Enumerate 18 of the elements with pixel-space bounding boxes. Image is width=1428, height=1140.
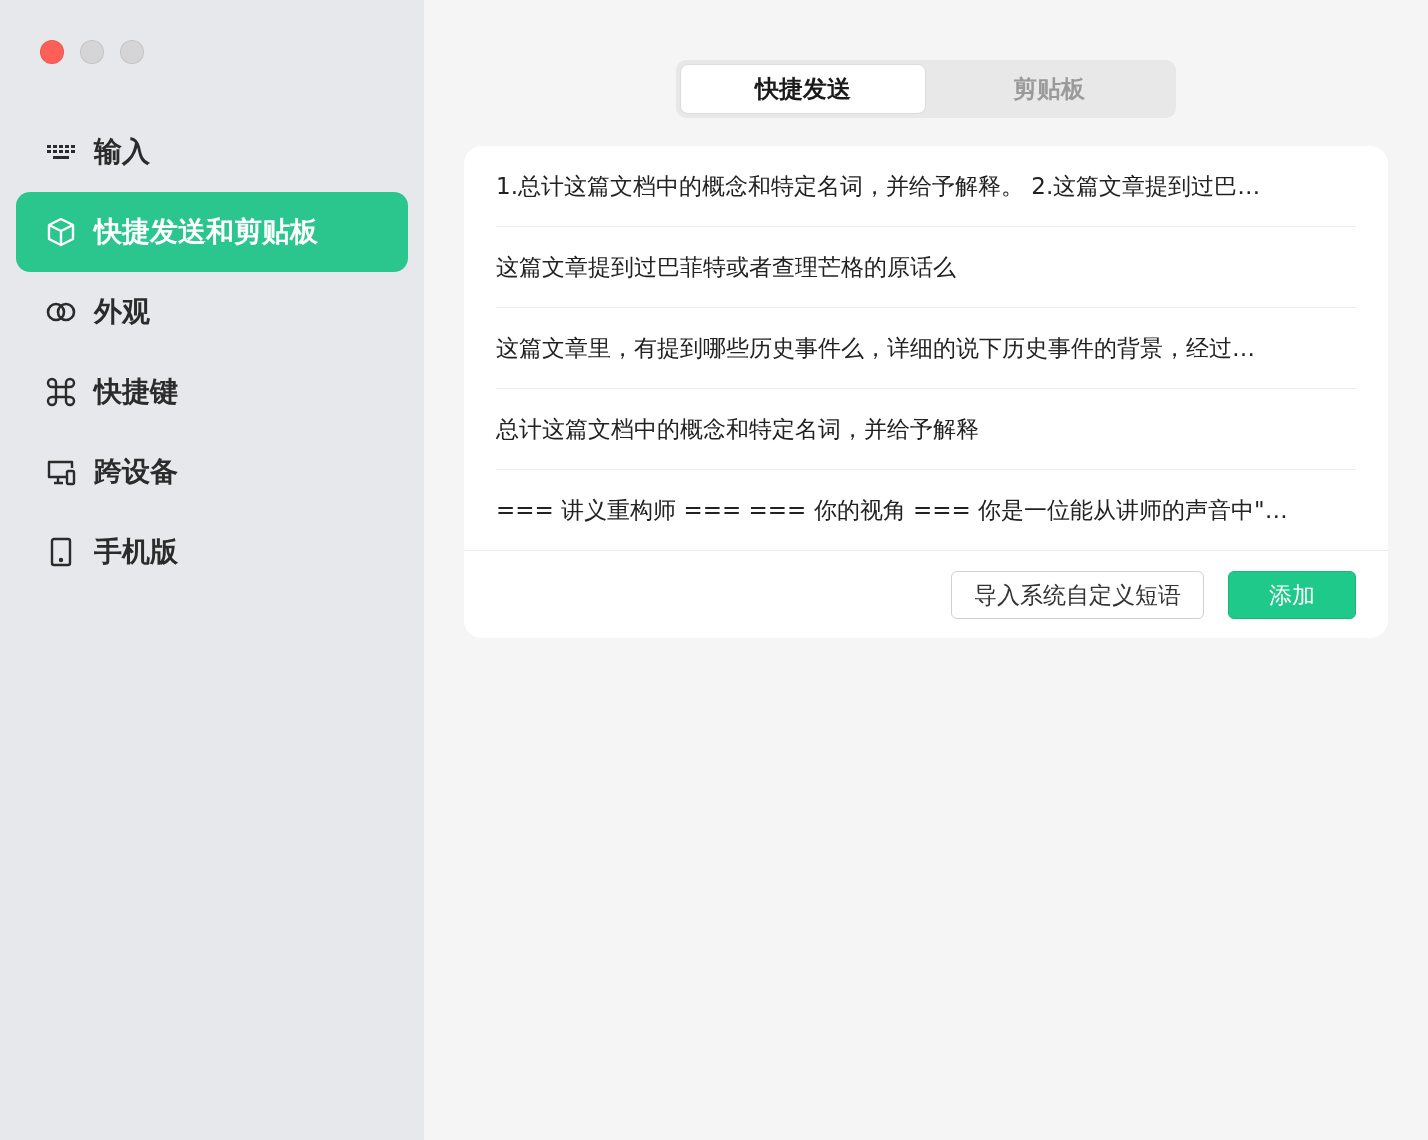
phrase-item[interactable]: 总计这篇文档中的概念和特定名词，并给予解释 (496, 389, 1356, 470)
window-close-button[interactable] (40, 40, 64, 64)
sidebar-item[interactable]: 外观 (16, 272, 408, 352)
phrase-item[interactable]: 这篇文章里，有提到哪些历史事件么，详细的说下历史事件的背景，经过… (496, 308, 1356, 389)
sidebar-item[interactable]: 手机版 (16, 512, 408, 592)
sidebar-item[interactable]: 快捷键 (16, 352, 408, 432)
import-button[interactable]: 导入系统自定义短语 (951, 571, 1204, 619)
sidebar-item[interactable]: 输入 (16, 112, 408, 192)
window-minimize-button[interactable] (80, 40, 104, 64)
tab[interactable]: 快捷发送 (680, 64, 926, 114)
command-icon (46, 377, 76, 407)
keyboard-icon (46, 144, 76, 160)
sidebar-item[interactable]: 跨设备 (16, 432, 408, 512)
window-zoom-button[interactable] (120, 40, 144, 64)
cube-icon (46, 217, 76, 247)
phrase-item[interactable]: 1.总计这篇文档中的概念和特定名词，并给予解释。 2.这篇文章提到过巴… (496, 146, 1356, 227)
phrase-item[interactable]: === 讲义重构师 === === 你的视角 === 你是一位能从讲师的声音中"… (496, 470, 1356, 550)
phrase-item[interactable]: 这篇文章提到过巴菲特或者查理芒格的原话么 (496, 227, 1356, 308)
